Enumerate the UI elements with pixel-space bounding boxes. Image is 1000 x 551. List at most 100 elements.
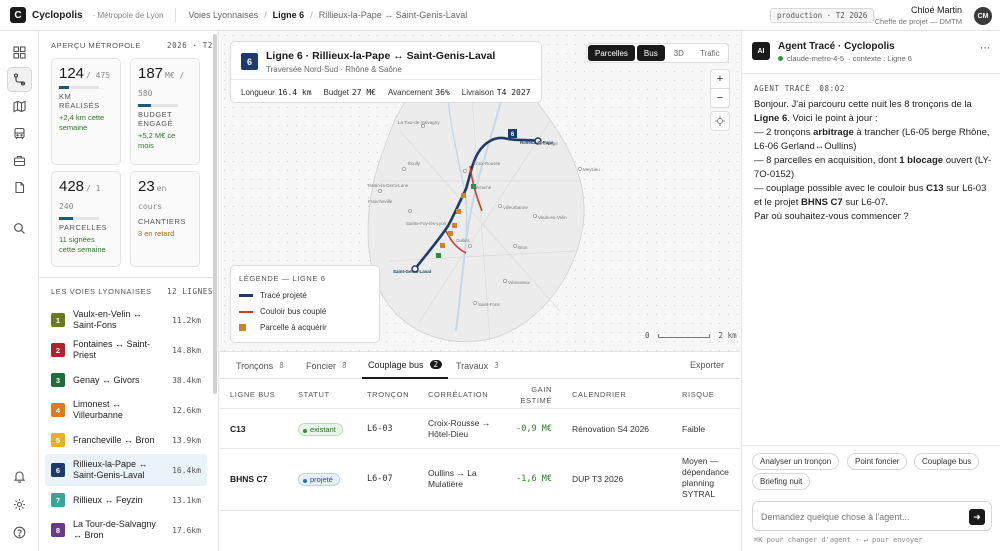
message-author: AGENT TRACÉ <box>754 84 811 93</box>
col-header-status[interactable]: STATUT <box>298 390 330 399</box>
tab-label: Foncier <box>306 360 337 371</box>
help-icon[interactable] <box>7 520 32 545</box>
suggestion-briefing-nuit[interactable]: Briefing nuit <box>752 473 811 490</box>
stat-card-budget[interactable]: 187 M€ / 580 BUDGET ENGAGÉ +5,2 M€ ce moi… <box>130 58 200 165</box>
legend-projected: Tracé projeté <box>239 291 307 300</box>
parcel-marker[interactable] <box>461 193 466 198</box>
suggestion-point-foncier[interactable]: Point foncier <box>847 453 908 470</box>
toolbox-icon[interactable] <box>7 148 32 173</box>
avatar[interactable]: CM <box>974 7 992 25</box>
send-button[interactable]: ➜ <box>969 509 985 525</box>
label-ecully: Écully <box>408 160 421 166</box>
tab-troncons[interactable]: Tronçons 8 <box>236 352 284 379</box>
lines-title: LES VOIES LYONNAISES <box>51 287 152 296</box>
stat-note: +5,2 M€ ce mois <box>138 131 176 150</box>
suggestion-couplage-bus[interactable]: Couplage bus <box>914 453 980 470</box>
layer-3d[interactable]: 3D <box>667 45 691 61</box>
layer-trafic[interactable]: Trafic <box>693 45 727 61</box>
stat-progress-fill <box>59 217 73 220</box>
zoom-in-button[interactable]: + <box>710 69 730 89</box>
agent-input[interactable] <box>761 509 961 524</box>
parcel-marker[interactable] <box>440 243 445 248</box>
label-tour-salvagny: La Tour-de-Salvagny <box>398 120 440 125</box>
breadcrumb-line[interactable]: Ligne 6 <box>273 10 305 20</box>
agent-subtitle: claude-metro-4-5 · contexte : Ligne 6 <box>778 54 912 63</box>
breadcrumb-root[interactable]: Voies Lyonnaises <box>188 10 258 20</box>
col-header-line[interactable]: LIGNE BUS <box>230 390 275 399</box>
tab-foncier[interactable]: Foncier 8 <box>306 352 347 379</box>
col-header-correlation[interactable]: CORRÉLATION <box>428 390 488 399</box>
map-icon[interactable] <box>7 94 32 119</box>
route-icon[interactable] <box>7 67 32 92</box>
overview-header: APERÇU MÉTROPOLE 2026 · T2 <box>51 41 213 50</box>
metric-label: Longueur <box>241 88 275 97</box>
line-number-badge: 3 <box>51 373 65 387</box>
message-paragraph: — 2 tronçons arbitrage à trancher (L6-05… <box>754 126 992 154</box>
card-divider <box>231 79 541 80</box>
tab-couplage-bus[interactable]: Couplage bus 2 <box>362 352 449 379</box>
zoom-out-button[interactable]: − <box>710 88 730 108</box>
agent-panel: AI Agent Tracé · Cyclopolis claude-metro… <box>741 31 1000 551</box>
line-item-2[interactable]: 2 Fontaines ↔ Saint-Priest 14.8km <box>45 334 207 366</box>
col-header-segment[interactable]: TRONÇON <box>367 390 409 399</box>
layer-bus[interactable]: Bus <box>636 45 665 61</box>
metric-label: Avancement <box>387 88 433 97</box>
legend-swatch-projected <box>239 294 253 297</box>
line-metrics: Longueur 16.4 km Budget 27 M€ Avancement 36… <box>241 88 531 97</box>
bell-icon[interactable] <box>7 464 32 489</box>
sidebar-scrollbar[interactable] <box>213 34 217 394</box>
col-header-calendar[interactable]: CALENDRIER <box>572 390 626 399</box>
app-name: Cyclopolis <box>32 9 83 21</box>
settings-icon[interactable] <box>7 492 32 517</box>
metric-length: Longueur 16.4 km <box>241 88 312 97</box>
icon-rail <box>0 31 39 551</box>
agent-header-divider <box>742 73 1000 74</box>
map-view[interactable]: 6 Rillieux-la-Pape Saint-Genis-Laval Cro… <box>220 31 740 351</box>
message-strong: Ligne 6 <box>754 113 788 124</box>
dashboard-icon[interactable] <box>7 40 32 65</box>
locate-button[interactable] <box>710 111 730 131</box>
search-icon[interactable] <box>7 216 32 241</box>
line-item-7[interactable]: 7 Rillieux ↔ Feyzin 13.1km <box>45 484 207 516</box>
col-header-risk[interactable]: RISQUE <box>682 390 714 399</box>
stat-card-km[interactable]: 124/ 475 KM RÉALISÉS +2,4 km cette semai… <box>51 58 121 165</box>
environment-badge: production · T2 2026 <box>770 8 875 23</box>
message-paragraph: — couplage possible avec le couloir bus … <box>754 182 992 210</box>
tab-travaux[interactable]: Travaux 3 <box>456 352 499 379</box>
segment-marker[interactable] <box>436 253 441 258</box>
label-perrache: Perrache <box>473 185 492 190</box>
layer-toggle: Parcelles Bus 3D Trafic <box>586 43 729 63</box>
stat-progress-fill <box>59 86 70 89</box>
line-name: Rillieux-la-Pape ↔ Saint-Genis-Laval <box>73 459 148 480</box>
col-header-gain[interactable]: GAIN ESTIMÉ <box>516 384 552 406</box>
line-number-badge: 2 <box>51 343 65 357</box>
line-item-5[interactable]: 5 Francheville ↔ Bron 13.9km <box>45 424 207 456</box>
stat-card-worksites[interactable]: 23 en cours CHANTIERS 3 en retard <box>130 171 200 267</box>
more-options-icon[interactable]: ⋯ <box>980 43 990 54</box>
parcel-marker[interactable] <box>448 231 453 236</box>
send-arrow-icon: ➜ <box>973 511 981 522</box>
label-saint-genis: Saint-Genis-Laval <box>393 269 431 274</box>
stat-card-parcels[interactable]: 428/ 1 240 PARCELLES 11 signées cette se… <box>51 171 121 267</box>
suggestion-analyser-troncon[interactable]: Analyser un tronçon <box>752 453 840 470</box>
line-length: 12.6km <box>172 405 201 415</box>
app-logo: C <box>10 7 26 23</box>
keyboard-hint: ⌘K pour changer d'agent · ↵ pour envoyer <box>754 536 923 544</box>
topbar-divider <box>175 8 177 22</box>
user-role: Cheffe de projet — DMTM <box>874 17 962 26</box>
line-item-8[interactable]: 8 La Tour-de-Salvagny ↔ Bron 17.6km <box>45 514 207 546</box>
line-name: Rillieux ↔ Feyzin <box>73 494 143 505</box>
parcel-marker[interactable] <box>456 209 461 214</box>
export-button[interactable]: Exporter <box>690 360 724 370</box>
line-item-6[interactable]: 6 Rillieux-la-Pape ↔ Saint-Genis-Laval 16.… <box>45 454 207 486</box>
layer-parcelles[interactable]: Parcelles <box>588 45 635 61</box>
line-item-1[interactable]: 1 Vaulx-en-Velin ↔ Saint-Fons 11.2km <box>45 304 207 336</box>
line-item-4[interactable]: 4 Limonest ↔ Villeurbanne 12.6km <box>45 394 207 426</box>
lines-header: LES VOIES LYONNAISES 12 LIGNES <box>51 287 213 296</box>
line-length: 17.6km <box>172 525 201 535</box>
message-meta: AGENT TRACÉ 08:02 <box>754 84 845 93</box>
document-icon[interactable] <box>7 175 32 200</box>
line-item-3[interactable]: 3 Genay ↔ Givors 38.4km <box>45 364 207 396</box>
parcel-marker[interactable] <box>452 223 457 228</box>
bus-icon[interactable] <box>7 121 32 146</box>
